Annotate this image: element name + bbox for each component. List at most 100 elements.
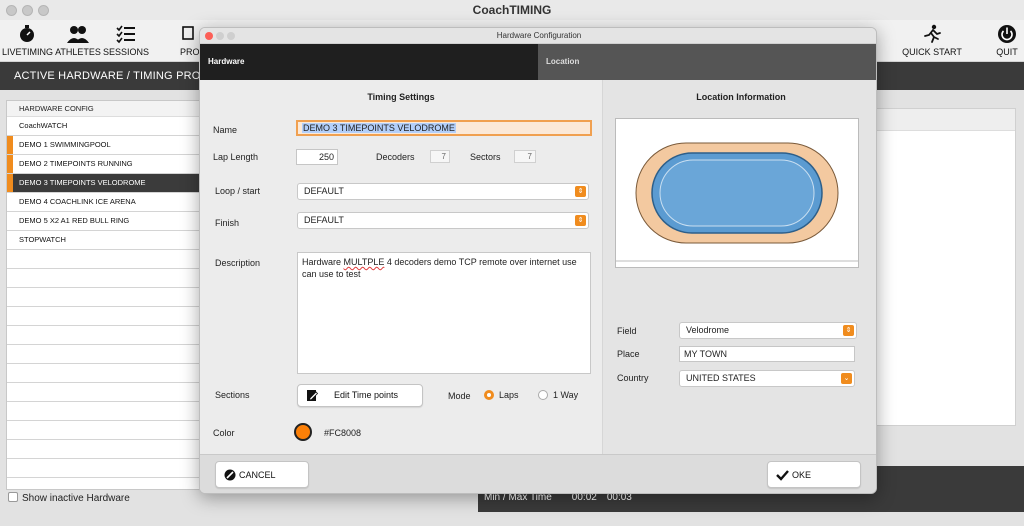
toolbar-quit[interactable]: QUIT xyxy=(990,20,1024,62)
cancel-button[interactable]: CANCEL xyxy=(215,461,309,488)
description-textarea[interactable]: Hardware MULTPLE 4 decoders demo TCP rem… xyxy=(297,252,591,374)
dialog-close-button[interactable] xyxy=(205,32,213,40)
empty-row xyxy=(7,250,201,269)
chevron-updown-icon: ⇕ xyxy=(575,215,586,226)
color-value: #FC8008 xyxy=(324,428,362,438)
decoders-value: 7 xyxy=(430,150,450,163)
app-title: CoachTIMING xyxy=(472,3,552,17)
velodrome-track-image xyxy=(616,142,858,262)
hardware-row-label: DEMO 5 X2 A1 RED BULL RING xyxy=(19,216,130,225)
tab-location[interactable]: Location xyxy=(538,44,876,80)
empty-row xyxy=(7,288,201,307)
place-input[interactable]: MY TOWN xyxy=(679,346,855,362)
power-icon xyxy=(990,20,1024,46)
country-select[interactable]: UNITED STATES ⌄ xyxy=(679,370,855,387)
place-label: Place xyxy=(617,349,640,359)
toolbar-quick-start-label: QUICK START xyxy=(902,47,962,57)
dialog-minimize-button[interactable] xyxy=(216,32,224,40)
field-select[interactable]: Velodrome ⇕ xyxy=(679,322,857,339)
timing-settings-title: Timing Settings xyxy=(367,92,435,102)
lap-length-label: Lap Length xyxy=(213,152,259,162)
tab-hardware[interactable]: Hardware xyxy=(200,44,538,80)
loop-start-label: Loop / start xyxy=(215,186,261,196)
finish-value: DEFAULT xyxy=(304,215,344,225)
toolbar-livetiming[interactable]: LIVETIMING xyxy=(2,20,54,62)
empty-row xyxy=(7,364,201,383)
name-label: Name xyxy=(213,125,238,135)
description-text-start: Hardware xyxy=(302,257,344,267)
hardware-row-label: DEMO 3 TIMEPOINTS VELODROME xyxy=(19,178,146,187)
empty-row xyxy=(7,440,201,459)
edit-time-points-label: Edit Time points xyxy=(334,390,399,400)
toolbar-sessions[interactable]: SESSIONS xyxy=(103,20,149,62)
empty-row xyxy=(7,269,201,288)
hardware-row-stopwatch[interactable]: STOPWATCH xyxy=(7,231,201,250)
mode-one-way-label: 1 Way xyxy=(553,390,579,400)
ok-button[interactable]: OKE xyxy=(767,461,861,488)
finish-label: Finish xyxy=(215,218,240,228)
zoom-window-button[interactable] xyxy=(38,5,49,16)
chevron-down-icon: ⌄ xyxy=(841,373,852,384)
country-value: UNITED STATES xyxy=(686,373,756,383)
close-window-button[interactable] xyxy=(6,5,17,16)
cancel-label: CANCEL xyxy=(239,470,276,480)
dialog-footer: CANCEL OKE xyxy=(200,454,876,493)
location-information-title: Location Information xyxy=(696,92,786,102)
sessions-list-icon xyxy=(103,20,149,46)
hardware-configuration-dialog: Hardware Configuration Hardware Location… xyxy=(199,27,877,494)
hardware-row-demo2[interactable]: DEMO 2 TIMEPOINTS RUNNING xyxy=(7,155,201,174)
name-value: DEMO 3 TIMEPOINTS VELODROME xyxy=(302,123,456,133)
location-information-pane: Location Information Field Velodrome ⇕ P… xyxy=(602,80,876,454)
hardware-row-demo5[interactable]: DEMO 5 X2 A1 RED BULL RING xyxy=(7,212,201,231)
track-preview xyxy=(615,118,859,268)
chevron-updown-icon: ⇕ xyxy=(575,186,586,197)
dialog-tabs: Hardware Location xyxy=(200,44,876,80)
hardware-list-header[interactable]: HARDWARE CONFIG xyxy=(7,101,201,117)
toolbar-livetiming-label: LIVETIMING xyxy=(2,47,54,57)
app-titlebar: CoachTIMING xyxy=(0,0,1024,20)
field-value: Velodrome xyxy=(686,325,730,335)
description-typo: MULTPLE xyxy=(343,257,385,267)
color-swatch[interactable] xyxy=(294,423,312,441)
lap-length-input[interactable]: 250 xyxy=(296,149,338,165)
active-marker xyxy=(7,136,13,154)
sectors-label: Sectors xyxy=(470,152,501,162)
country-label: Country xyxy=(617,373,649,383)
hardware-config-list: HARDWARE CONFIG CoachWATCH DEMO 1 SWIMMI… xyxy=(6,100,202,490)
timing-settings-pane: Timing Settings Name DEMO 3 TIMEPOINTS V… xyxy=(200,80,602,454)
hardware-row-label: DEMO 4 COACHLINK ICE ARENA xyxy=(19,197,136,206)
dialog-title: Hardware Configuration xyxy=(496,31,582,40)
show-inactive-checkbox[interactable] xyxy=(8,492,18,502)
hardware-row-label: DEMO 2 TIMEPOINTS RUNNING xyxy=(19,159,133,168)
sections-label: Sections xyxy=(215,390,250,400)
empty-row xyxy=(7,383,201,402)
sectors-value: 7 xyxy=(514,150,536,163)
hardware-row-coachwatch[interactable]: CoachWATCH xyxy=(7,117,201,136)
show-inactive-toggle[interactable]: Show inactive Hardware xyxy=(8,492,130,504)
right-detail-panel xyxy=(876,108,1016,426)
edit-time-points-button[interactable]: Edit Time points xyxy=(297,384,423,407)
hardware-row-demo4[interactable]: DEMO 4 COACHLINK ICE ARENA xyxy=(7,193,201,212)
hardware-row-label: CoachWATCH xyxy=(19,121,68,130)
stopwatch-icon xyxy=(2,20,52,46)
dialog-titlebar: Hardware Configuration xyxy=(200,28,876,44)
loop-start-select[interactable]: DEFAULT ⇕ xyxy=(297,183,589,200)
mode-laps-radio[interactable] xyxy=(484,390,494,400)
edit-note-icon xyxy=(306,389,319,404)
name-input[interactable]: DEMO 3 TIMEPOINTS VELODROME xyxy=(296,120,592,136)
toolbar-athletes[interactable]: ATHLETES xyxy=(55,20,101,62)
hardware-row-demo1[interactable]: DEMO 1 SWIMMINGPOOL xyxy=(7,136,201,155)
toolbar-sessions-label: SESSIONS xyxy=(103,47,150,57)
mode-one-way-radio[interactable] xyxy=(538,390,548,400)
hardware-row-label: DEMO 1 SWIMMINGPOOL xyxy=(19,140,111,149)
color-label: Color xyxy=(213,428,235,438)
minimize-window-button[interactable] xyxy=(22,5,33,16)
finish-select[interactable]: DEFAULT ⇕ xyxy=(297,212,589,229)
right-panel-header xyxy=(877,109,1015,131)
description-label: Description xyxy=(215,258,261,268)
toolbar-quick-start[interactable]: QUICK START xyxy=(898,20,966,62)
dialog-zoom-button[interactable] xyxy=(227,32,235,40)
show-inactive-label: Show inactive Hardware xyxy=(22,493,130,504)
checkmark-icon xyxy=(776,469,789,483)
hardware-row-demo3[interactable]: DEMO 3 TIMEPOINTS VELODROME xyxy=(7,174,201,193)
